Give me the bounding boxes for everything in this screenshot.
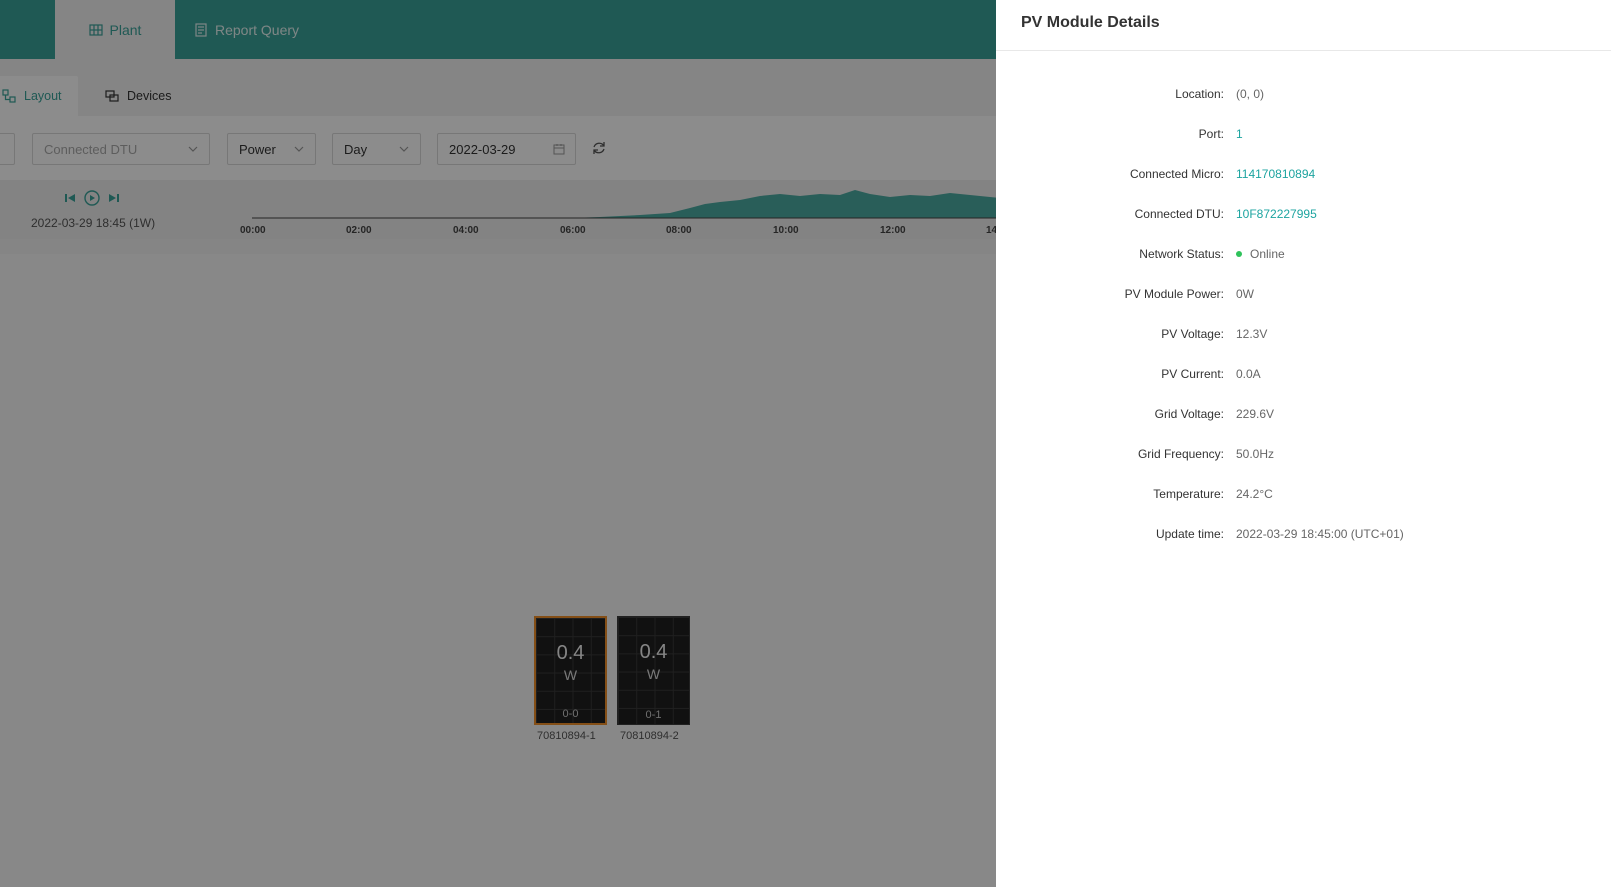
modal-mask[interactable] [0,0,996,887]
pv-module-details-drawer: PV Module Details Location: (0, 0) Port:… [996,0,1611,887]
drawer-divider [996,50,1611,51]
field-label: Temperature: [1153,487,1224,501]
online-status-dot [1236,251,1242,257]
field-connected-micro: Connected Micro: 114170810894 [996,167,1611,187]
field-grid-frequency: Grid Frequency: 50.0Hz [996,447,1611,467]
field-value: Online [1236,247,1285,261]
field-label: PV Current: [1161,367,1224,381]
field-pv-module-power: PV Module Power: 0W [996,287,1611,307]
connected-dtu-link[interactable]: 10F872227995 [1236,207,1317,221]
field-connected-dtu: Connected DTU: 10F872227995 [996,207,1611,227]
field-label: PV Module Power: [1124,287,1224,301]
field-value: 0.0A [1236,367,1261,381]
field-value: 0W [1236,287,1254,301]
field-label: Grid Frequency: [1137,447,1224,461]
field-label: Grid Voltage: [1154,407,1224,421]
connected-micro-link[interactable]: 114170810894 [1236,167,1315,181]
field-pv-voltage: PV Voltage: 12.3V [996,327,1611,347]
field-label: PV Voltage: [1161,327,1224,341]
drawer-title: PV Module Details [1021,14,1160,31]
field-value: 24.2°C [1236,487,1273,501]
field-value: 2022-03-29 18:45:00 (UTC+01) [1236,527,1404,541]
port-link[interactable]: 1 [1236,127,1243,141]
field-value: 12.3V [1236,327,1268,341]
field-label: Update time: [1155,527,1224,541]
field-grid-voltage: Grid Voltage: 229.6V [996,407,1611,427]
status-text: Online [1250,247,1285,261]
field-update-time: Update time: 2022-03-29 18:45:00 (UTC+01… [996,527,1611,547]
field-label: Connected Micro: [1129,167,1224,181]
field-label: Connected DTU: [1134,207,1224,221]
field-label: Network Status: [1139,247,1224,261]
field-value: 229.6V [1236,407,1275,421]
field-network-status: Network Status: Online [996,247,1611,267]
field-value: (0, 0) [1236,87,1265,101]
field-label: Port: [1198,127,1224,141]
field-value: 50.0Hz [1236,447,1275,461]
field-pv-current: PV Current: 0.0A [996,367,1611,387]
field-temperature: Temperature: 24.2°C [996,487,1611,507]
field-location: Location: (0, 0) [996,87,1611,107]
field-port: Port: 1 [996,127,1611,147]
field-label: Location: [1175,87,1224,101]
